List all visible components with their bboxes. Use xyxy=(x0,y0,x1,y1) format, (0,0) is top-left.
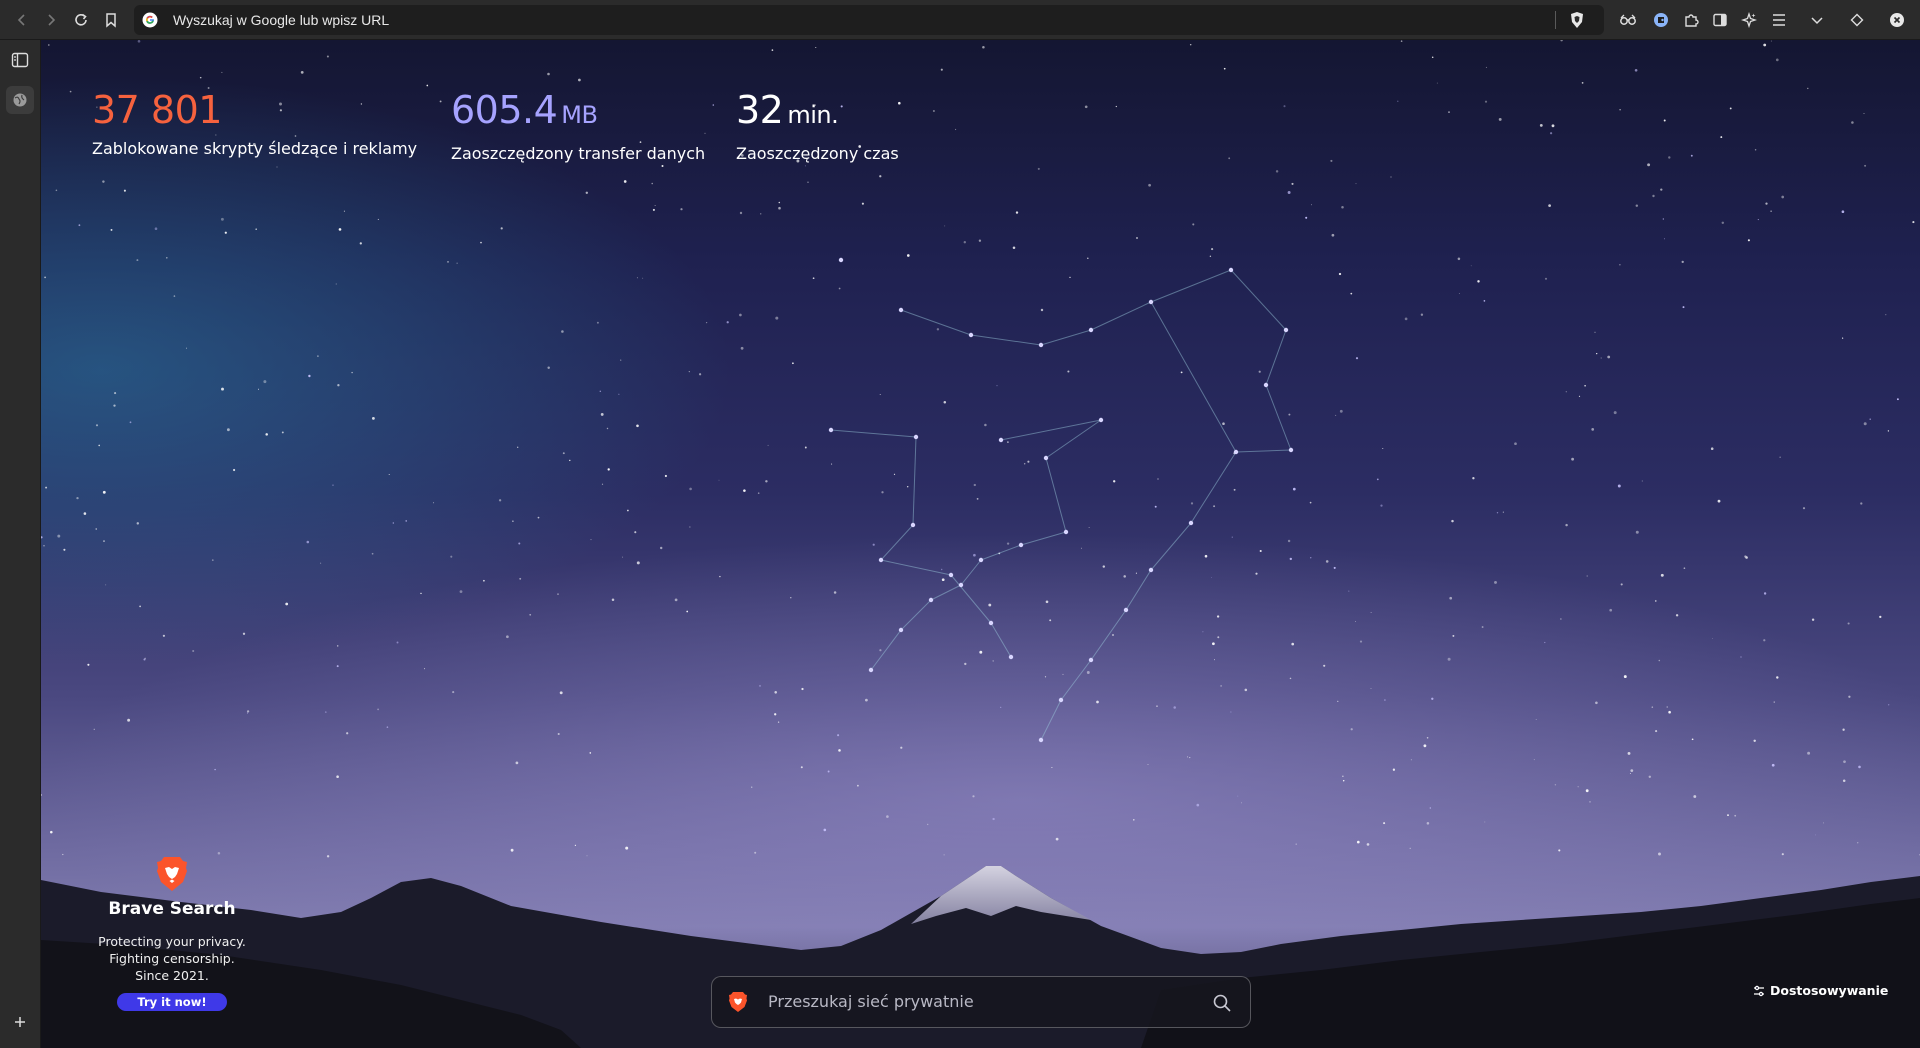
address-bar[interactable]: Wyszukaj w Google lub wpisz URL xyxy=(134,5,1604,35)
close-icon[interactable] xyxy=(1883,6,1911,34)
time-unit: min. xyxy=(787,101,839,129)
bandwidth-value: 605.4 xyxy=(451,88,558,132)
bandwidth-amount: 605.4 MB xyxy=(451,88,705,137)
bandwidth-label: Zaoszczędzony transfer danych xyxy=(451,144,706,163)
trackers-label: Zablokowane skrypty śledzące i reklamy xyxy=(92,139,418,158)
promo-title: Brave Search xyxy=(108,899,236,919)
brave-rewards-icon[interactable] xyxy=(1843,6,1871,34)
search-icon[interactable] xyxy=(1212,993,1232,1013)
sliders-icon xyxy=(1754,985,1764,996)
browser-toolbar: Wyszukaj w Google lub wpisz URL xyxy=(0,0,1920,40)
trackers-value: 37 801 xyxy=(92,88,222,132)
leo-ai-icon[interactable] xyxy=(1735,6,1763,34)
trackers-count: 37 801 xyxy=(92,88,417,132)
promo-line-2: Fighting censorship. xyxy=(109,951,235,966)
globe-icon[interactable] xyxy=(6,86,34,114)
reload-icon[interactable] xyxy=(67,6,95,34)
brave-lion-logo-icon xyxy=(157,857,187,891)
promo-description: Protecting your privacy. Fighting censor… xyxy=(97,933,247,984)
promo-line-3: Since 2021. xyxy=(135,968,209,983)
urlbar-divider xyxy=(1555,11,1556,29)
time-value: 32 xyxy=(736,88,784,132)
back-icon[interactable] xyxy=(8,6,36,34)
bandwidth-stat: 605.4 MB Zaoszczędzony transfer danych xyxy=(451,88,705,163)
google-icon xyxy=(142,12,158,28)
brave-search-promo: Brave Search Protecting your privacy. Fi… xyxy=(97,855,247,1011)
promo-line-1: Protecting your privacy. xyxy=(98,934,246,949)
search-input[interactable]: Przeszukaj sieć prywatnie xyxy=(768,992,974,1011)
brave-search-box[interactable]: Przeszukaj sieć prywatnie xyxy=(711,976,1251,1028)
vpn-icon[interactable] xyxy=(1614,6,1642,34)
bandwidth-unit: MB xyxy=(561,101,598,129)
extensions-icon[interactable] xyxy=(1677,6,1705,34)
new-tab-page: 37 801 Zablokowane skrypty śledzące i re… xyxy=(41,40,1920,1048)
chevron-down-icon[interactable] xyxy=(1803,6,1831,34)
brave-logo-icon xyxy=(729,992,747,1012)
mountain-silhouette xyxy=(41,866,1920,1048)
brave-shield-icon[interactable] xyxy=(1566,9,1588,31)
bookmark-icon[interactable] xyxy=(97,6,125,34)
customize-button[interactable]: Dostosowywanie xyxy=(1753,983,1888,998)
wallet-icon[interactable] xyxy=(1647,6,1675,34)
time-amount: 32 min. xyxy=(736,88,899,137)
time-label: Zaoszczędzony czas xyxy=(736,144,899,163)
trackers-stat: 37 801 Zablokowane skrypty śledzące i re… xyxy=(92,88,417,158)
url-placeholder[interactable]: Wyszukaj w Google lub wpisz URL xyxy=(173,12,389,28)
sidebar xyxy=(0,40,41,1048)
menu-icon[interactable] xyxy=(1765,6,1793,34)
add-icon[interactable] xyxy=(6,1008,34,1036)
forward-icon[interactable] xyxy=(37,6,65,34)
sidepanel-icon[interactable] xyxy=(1706,6,1734,34)
time-stat: 32 min. Zaoszczędzony czas xyxy=(736,88,899,163)
try-it-now-button[interactable]: Try it now! xyxy=(117,993,227,1011)
sidebar-toggle-icon[interactable] xyxy=(6,46,34,74)
customize-label: Dostosowywanie xyxy=(1770,983,1889,998)
